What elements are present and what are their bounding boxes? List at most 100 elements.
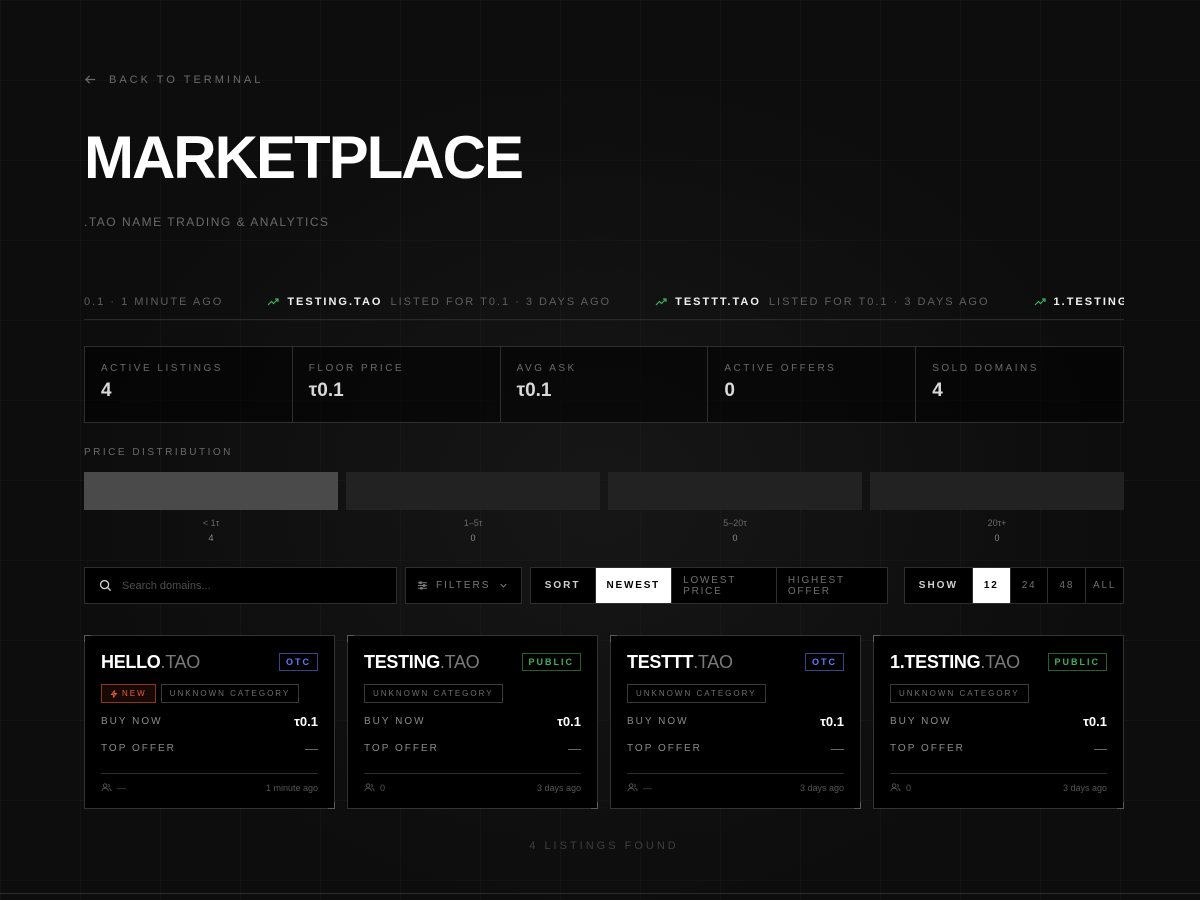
sort-label: SORT <box>531 568 596 603</box>
buy-now-price: τ0.1 <box>294 714 318 729</box>
new-badge-label: NEW <box>122 689 147 698</box>
listing-grid: HELLO.TAO OTC NEW UNKNOWN CATEGORY BUY N… <box>84 635 1124 809</box>
page-subtitle: .TAO NAME TRADING & ANALYTICS <box>84 215 330 229</box>
sort-option-lowest-price[interactable]: LOWEST PRICE <box>672 568 777 603</box>
domain-tld: .TAO <box>693 651 733 672</box>
trending-up-icon <box>655 298 667 306</box>
price-distribution-bars: < 1τ 4 1–5τ 0 5–20τ 0 20τ+ 0 <box>84 472 1124 543</box>
ticker-meta: 0.1 · 1 MINUTE AGO <box>84 296 224 308</box>
stat-value: 4 <box>932 380 943 401</box>
stat-label: SOLD DOMAINS <box>932 363 1039 374</box>
top-offer-value: — <box>831 741 844 756</box>
ticker-name: TESTING.TAO <box>287 296 383 308</box>
domain-tld: .TAO <box>439 651 480 672</box>
watchers-count: — <box>643 782 652 793</box>
price-bucket[interactable]: 20τ+ 0 <box>870 472 1124 543</box>
search-icon <box>99 579 112 592</box>
back-to-terminal-link[interactable]: BACK TO TERMINAL <box>84 73 263 86</box>
listing-card[interactable]: HELLO.TAO OTC NEW UNKNOWN CATEGORY BUY N… <box>84 635 335 809</box>
new-badge: NEW <box>101 684 156 703</box>
domain-label: TESTING <box>364 651 440 672</box>
buy-now-price: τ0.1 <box>820 714 844 729</box>
search-input[interactable] <box>122 579 382 592</box>
price-bucket-range: < 1τ <box>202 518 220 528</box>
activity-ticker: 0.1 · 1 MINUTE AGO TESTING.TAO LISTED FO… <box>84 296 1124 320</box>
category-tag: UNKNOWN CATEGORY <box>364 684 503 703</box>
price-bucket[interactable]: 1–5τ 0 <box>346 472 600 543</box>
listing-time: 3 days ago <box>799 782 844 793</box>
buy-now-label: BUY NOW <box>627 716 689 727</box>
buy-now-label: BUY NOW <box>364 716 426 727</box>
watchers: 0 <box>890 782 911 793</box>
page-size-24[interactable]: 24 <box>1011 568 1049 603</box>
sort-option-newest[interactable]: NEWEST <box>595 568 673 603</box>
price-bucket-bar <box>346 472 600 510</box>
users-icon <box>101 783 112 792</box>
price-distribution-label: PRICE DISTRIBUTION <box>84 447 233 458</box>
arrow-left-icon <box>85 75 96 84</box>
trending-up-icon <box>267 298 279 306</box>
watchers-count: 0 <box>380 782 386 793</box>
buy-now-price: τ0.1 <box>1083 714 1107 729</box>
domain-name: TESTING.TAO <box>364 651 480 673</box>
ticker-item[interactable]: TESTTT.TAO LISTED FOR T0.1 · 3 DAYS AGO <box>655 296 989 308</box>
users-icon <box>890 783 901 792</box>
category-tag: UNKNOWN CATEGORY <box>627 684 766 703</box>
card-corner <box>347 635 354 642</box>
chevron-down-icon <box>500 583 508 588</box>
lightning-icon <box>110 689 118 698</box>
users-icon <box>364 783 375 792</box>
card-corner <box>873 635 880 642</box>
page-size-12[interactable]: 12 <box>972 568 1011 603</box>
stat-value: 4 <box>101 380 112 401</box>
price-bucket-bar <box>84 472 338 510</box>
filters-button[interactable]: FILTERS <box>404 567 522 604</box>
stat-label: ACTIVE OFFERS <box>724 363 837 374</box>
buy-now-label: BUY NOW <box>101 716 163 727</box>
price-bucket-count: 0 <box>470 533 476 543</box>
buy-now-label: BUY NOW <box>890 716 952 727</box>
top-offer-label: TOP OFFER <box>364 743 439 754</box>
search-box[interactable] <box>84 567 397 604</box>
trending-up-icon <box>1034 298 1046 306</box>
price-bucket-range: 5–20τ <box>723 518 747 528</box>
domain-name: 1.TESTING.TAO <box>890 652 1020 673</box>
top-offer-label: TOP OFFER <box>627 743 702 754</box>
domain-name: TESTTT.TAO <box>627 652 733 673</box>
price-bucket-count: 0 <box>732 533 738 543</box>
price-bucket-bar <box>870 472 1124 510</box>
listing-card[interactable]: TESTTT.TAO OTC UNKNOWN CATEGORY BUY NOW … <box>610 635 861 809</box>
page-size-48[interactable]: 48 <box>1048 568 1087 603</box>
stat-sold-domains: SOLD DOMAINS 4 <box>916 347 1123 422</box>
category-tag: UNKNOWN CATEGORY <box>890 684 1029 703</box>
stat-active-listings: ACTIVE LISTINGS 4 <box>85 347 293 422</box>
ticker-name: TESTTT.TAO <box>675 296 761 308</box>
bottom-divider <box>0 893 1200 894</box>
top-offer-label: TOP OFFER <box>101 743 176 754</box>
category-tag: UNKNOWN CATEGORY <box>160 684 300 703</box>
top-offer-value: — <box>1094 741 1107 756</box>
listing-time: 3 days ago <box>1062 782 1107 793</box>
price-bucket[interactable]: < 1τ 4 <box>84 472 338 543</box>
ticker-item[interactable]: TESTING.TAO LISTED FOR T0.1 · 3 DAYS AGO <box>267 296 611 308</box>
price-bucket-range: 1–5τ <box>463 518 483 528</box>
ticker-item[interactable]: 1.TESTING.T <box>1034 296 1124 308</box>
stat-avg-ask: AVG ASK τ0.1 <box>501 347 709 422</box>
listing-card[interactable]: TESTING.TAO PUBLIC UNKNOWN CATEGORY BUY … <box>347 635 598 809</box>
page-title: MARKETPLACE <box>84 124 524 191</box>
listing-type-badge: PUBLIC <box>1047 653 1107 671</box>
listing-card[interactable]: 1.TESTING.TAO PUBLIC UNKNOWN CATEGORY BU… <box>873 635 1124 809</box>
top-offer-value: — <box>305 741 318 756</box>
sort-option-highest-offer[interactable]: HIGHEST OFFER <box>777 568 887 603</box>
domain-tld: .TAO <box>160 651 201 672</box>
show-label: SHOW <box>905 568 973 603</box>
ticker-meta: LISTED FOR T0.1 · 3 DAYS AGO <box>390 296 612 308</box>
watchers: 0 <box>364 782 385 793</box>
watchers-count: — <box>117 782 126 793</box>
filters-label: FILTERS <box>436 580 491 591</box>
page-size-all[interactable]: ALL <box>1086 568 1123 603</box>
card-corner <box>84 635 91 642</box>
domain-name: HELLO.TAO <box>101 652 200 673</box>
domain-tld: .TAO <box>980 651 1020 672</box>
price-bucket[interactable]: 5–20τ 0 <box>608 472 862 543</box>
